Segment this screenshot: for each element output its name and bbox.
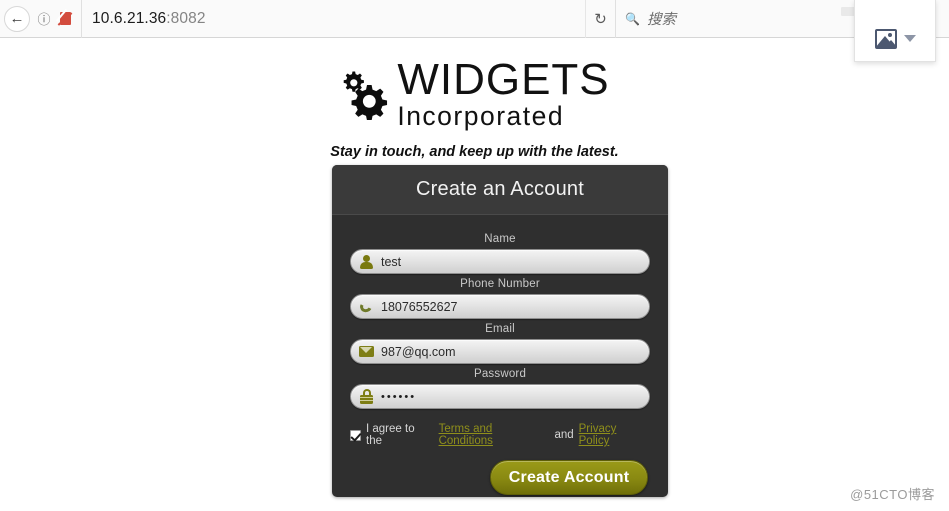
- logo-sub-text: Incorporated: [397, 101, 565, 131]
- create-account-button[interactable]: Create Account: [490, 460, 648, 495]
- site-logo: WIDGETS Incorporated: [0, 38, 949, 130]
- image-popup-panel[interactable]: [854, 0, 936, 62]
- submit-row: Create Account: [350, 460, 650, 495]
- tagline: Stay in touch, and keep up with the late…: [330, 143, 619, 160]
- lock-icon: [359, 389, 374, 404]
- card-header: Create an Account: [332, 165, 668, 215]
- user-icon: [359, 254, 374, 269]
- email-input-value: 987@qq.com: [381, 344, 456, 359]
- screenshot-root: ← ⓘ 10.6.21.36:8082 ↻ 🔍 搜索 WIDGETS Incor…: [0, 0, 949, 511]
- watermark: @51CTO博客: [850, 487, 935, 502]
- label-phone: Phone Number: [460, 278, 540, 290]
- mail-icon: [359, 344, 374, 359]
- password-input[interactable]: ••••••: [350, 384, 650, 409]
- label-email: Email: [485, 323, 515, 335]
- terms-agreement-row: I agree to the Terms and Conditions and …: [350, 423, 650, 447]
- phone-input[interactable]: 18076552627: [350, 294, 650, 319]
- reload-icon[interactable]: ↻: [585, 0, 615, 38]
- label-password: Password: [473, 368, 527, 380]
- label-name: Name: [484, 233, 516, 245]
- gears-icon: [339, 68, 391, 121]
- agree-prefix-text: I agree to the: [366, 423, 415, 447]
- url-host: 10.6.21.36: [92, 9, 167, 27]
- phone-input-value: 18076552627: [381, 299, 458, 314]
- page-title: Create an Account: [416, 178, 584, 200]
- privacy-policy-link[interactable]: Privacy Policy: [579, 423, 650, 447]
- signup-card: Create an Account Name test Phone Number…: [332, 165, 668, 497]
- url-text: 10.6.21.36:8082: [92, 10, 206, 28]
- agree-joiner-text: and: [554, 429, 574, 441]
- picture-icon[interactable]: [874, 28, 897, 49]
- password-input-value: ••••••: [381, 390, 417, 403]
- url-port: :8082: [166, 9, 206, 27]
- browser-toolbar: ← ⓘ 10.6.21.36:8082 ↻ 🔍 搜索: [0, 0, 949, 38]
- search-placeholder: 搜索: [646, 12, 676, 28]
- search-box[interactable]: 🔍 搜索: [615, 0, 831, 38]
- email-input[interactable]: 987@qq.com: [350, 339, 650, 364]
- agree-checkbox[interactable]: [350, 429, 361, 441]
- name-input[interactable]: test: [350, 249, 650, 274]
- insecure-page-icon[interactable]: [55, 8, 78, 30]
- back-arrow-icon[interactable]: ←: [4, 5, 30, 32]
- search-icon: 🔍: [625, 11, 640, 26]
- phone-icon: [357, 297, 376, 316]
- name-input-value: test: [381, 254, 402, 269]
- chevron-down-icon[interactable]: [903, 35, 916, 42]
- info-circle-icon[interactable]: ⓘ: [34, 9, 54, 29]
- terms-and-conditions-link[interactable]: Terms and Conditions: [439, 423, 550, 447]
- window-hint-1: [841, 7, 855, 16]
- logo-main-text: WIDGETS: [397, 55, 610, 104]
- card-body: Name test Phone Number 18076552627 Email…: [332, 215, 668, 495]
- address-bar[interactable]: 10.6.21.36:8082: [81, 0, 585, 38]
- page-content: WIDGETS Incorporated Stay in touch, and …: [0, 38, 949, 511]
